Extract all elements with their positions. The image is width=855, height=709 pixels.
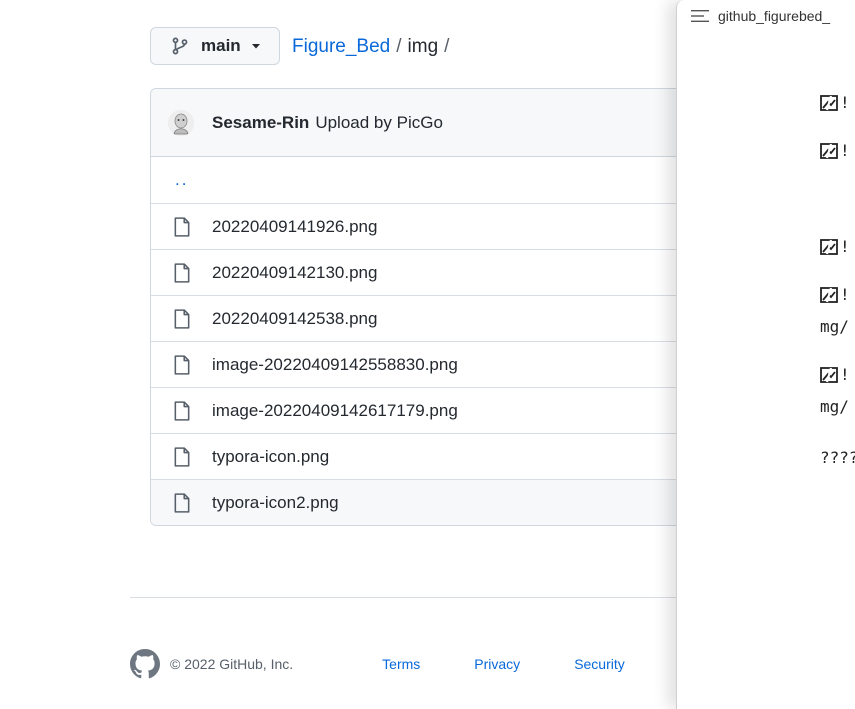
overlay-line: mg/ [820, 397, 849, 416]
overlay-line: ???? [820, 448, 855, 467]
avatar-image-icon [168, 109, 194, 136]
file-icon [174, 446, 190, 467]
file-name-link[interactable]: typora-icon.png [212, 447, 329, 467]
file-name-link[interactable]: 20220409142130.png [212, 263, 377, 283]
broken-image-icon [820, 94, 838, 111]
footer-divider [130, 597, 690, 598]
file-row[interactable]: typora-icon.png [151, 433, 709, 479]
commit-message[interactable]: Upload by PicGo [315, 113, 443, 133]
footer-link-privacy[interactable]: Privacy [474, 656, 520, 672]
parent-directory-link[interactable]: .. [173, 170, 188, 190]
file-row[interactable]: 20220409142130.png [151, 249, 709, 295]
page: main Figure_Bed / img / Sesame-Rin Uploa… [0, 0, 855, 709]
broken-image-icon [820, 286, 838, 303]
file-icon [174, 262, 190, 283]
file-row[interactable]: 20220409142538.png [151, 295, 709, 341]
file-row[interactable]: typora-icon2.png [151, 479, 709, 525]
overlay-window-title: github_figurebed_ [691, 8, 830, 24]
hamburger-menu-icon[interactable] [691, 9, 709, 23]
broken-image-icon [820, 366, 838, 383]
file-icon [174, 492, 190, 513]
latest-commit-header: Sesame-Rin Upload by PicGo [151, 89, 709, 157]
overlay-line: ! [820, 365, 850, 384]
file-row[interactable]: 20220409141926.png [151, 203, 709, 249]
footer-copyright: © 2022 GitHub, Inc. [170, 656, 294, 672]
git-branch-icon [172, 37, 188, 55]
breadcrumb-current-dir: img [407, 36, 439, 57]
overlay-line: mg/ [820, 317, 849, 336]
overlay-line: ! [820, 237, 850, 256]
file-icon [174, 308, 190, 329]
breadcrumb-separator: / [396, 36, 402, 57]
overlay-line-text: ! [840, 285, 850, 304]
footer-link-terms[interactable]: Terms [382, 656, 420, 672]
overlay-line-text: ! [840, 237, 850, 256]
file-name-link[interactable]: typora-icon2.png [212, 493, 339, 513]
footer: © 2022 GitHub, Inc. Terms Privacy Securi… [130, 648, 625, 680]
avatar[interactable] [168, 109, 194, 136]
overlay-line-text: ! [840, 93, 850, 112]
file-icon [174, 354, 190, 375]
overlay-line: ! [820, 285, 850, 304]
file-name-link[interactable]: image-20220409142558830.png [212, 355, 458, 375]
file-name-link[interactable]: 20220409141926.png [212, 217, 377, 237]
file-list-box: Sesame-Rin Upload by PicGo .. 2022040914… [150, 88, 710, 526]
breadcrumb-separator: / [444, 36, 450, 57]
file-name-link[interactable]: 20220409142538.png [212, 309, 377, 329]
footer-link-security[interactable]: Security [574, 656, 625, 672]
branch-selector-button[interactable]: main [150, 27, 280, 65]
file-icon [174, 216, 190, 237]
file-icon [174, 400, 190, 421]
file-row[interactable]: image-20220409142617179.png [151, 387, 709, 433]
overlay-window[interactable]: github_figurebed_ ! ! ! ! mg/ ! mg/ ???? [676, 0, 855, 709]
overlay-line-text: ! [840, 365, 850, 384]
parent-directory-row[interactable]: .. [151, 157, 709, 203]
breadcrumb: Figure_Bed / img / [292, 36, 455, 58]
overlay-line: ! [820, 141, 850, 160]
caret-down-icon [251, 44, 260, 49]
broken-image-icon [820, 142, 838, 159]
overlay-title-text: github_figurebed_ [718, 8, 831, 24]
broken-image-icon [820, 238, 838, 255]
breadcrumb-repo-link[interactable]: Figure_Bed [292, 36, 390, 58]
overlay-line: ! [820, 93, 850, 112]
github-logo-icon[interactable] [130, 649, 160, 679]
commit-author[interactable]: Sesame-Rin [212, 113, 309, 133]
branch-label: main [201, 36, 241, 55]
overlay-line-text: ! [840, 141, 850, 160]
file-name-link[interactable]: image-20220409142617179.png [212, 401, 458, 421]
file-row[interactable]: image-20220409142558830.png [151, 341, 709, 387]
